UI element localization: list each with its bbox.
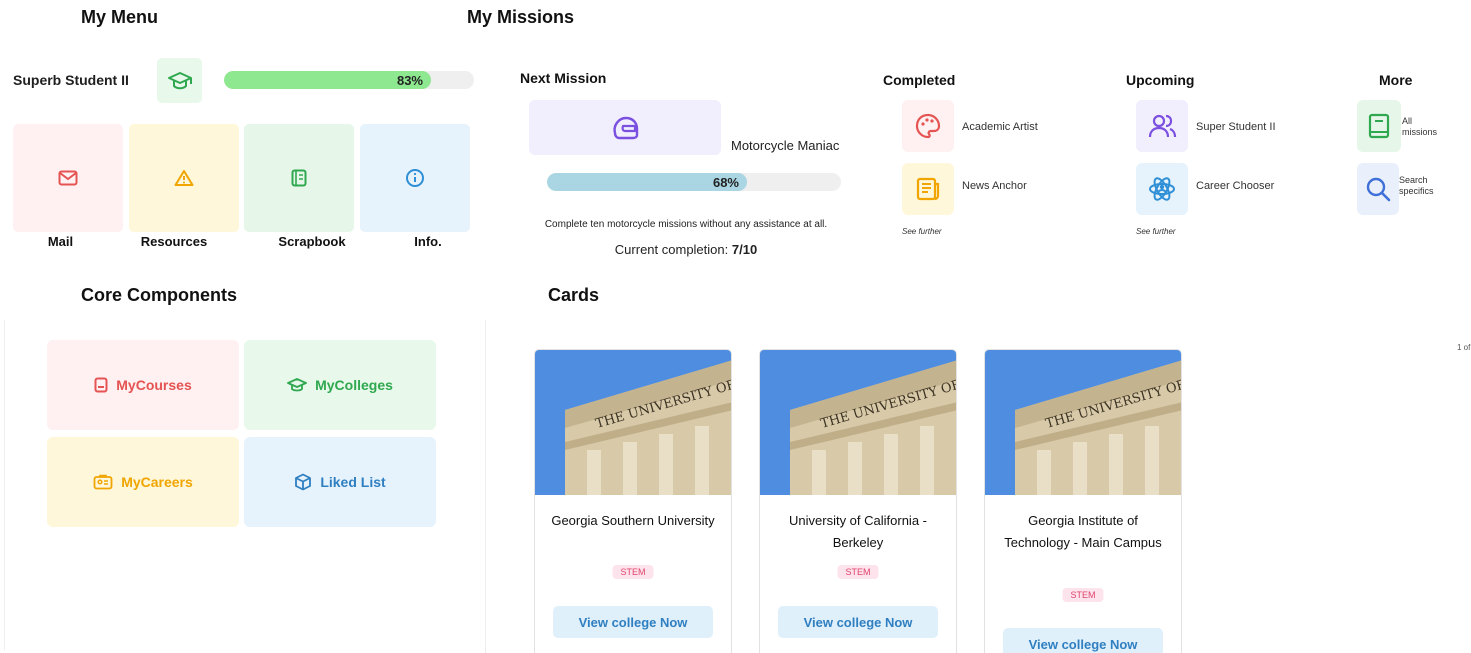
all-missions-label-line1: All [1402,116,1413,126]
atom-person-icon [1149,177,1175,201]
level-progress-bar: 83% [224,71,474,89]
next-mission-heading: Next Mission [520,70,607,86]
my-menu-title: My Menu [81,7,159,27]
completed-see-further-link[interactable]: See further [902,227,942,236]
academic-artist-badge[interactable] [902,100,954,152]
completion-value: 7/10 [731,242,758,257]
course-book-icon [94,377,108,393]
super-student-label: Super Student II [1196,121,1276,133]
search-icon [1366,177,1391,202]
university-building-image: THE UNIVERSITY OF [535,350,731,495]
info-icon [406,169,424,187]
next-mission-name: Motorcycle Maniac [731,138,840,153]
search-specifics-button[interactable] [1357,163,1399,215]
mycolleges-label: MyColleges [315,377,393,393]
mission-progress-bar: 68% [547,173,841,191]
my-missions-title: My Missions [467,7,575,27]
level-progress-label: 83% [396,72,423,88]
helmet-icon [613,116,639,139]
mission-description: Complete ten motorcycle missions without… [544,219,828,230]
career-chooser-badge[interactable] [1136,163,1188,215]
mycourses-button[interactable]: MyCourses [47,340,239,430]
id-card-icon [93,474,113,490]
view-college-button[interactable]: View college Now [1003,628,1163,653]
mycourses-label: MyCourses [116,377,192,393]
info-label[interactable]: Info. [390,234,466,249]
resources-tile[interactable] [129,124,239,232]
mail-label[interactable]: Mail [13,234,108,249]
completion-label: Current completion: [614,242,729,257]
university-building-image: THE UNIVERSITY OF [760,350,956,495]
academic-artist-label: Academic Artist [962,121,1038,133]
mission-progress-label: 68% [712,174,739,190]
search-specifics-label[interactable]: Search specifics [1399,175,1434,197]
upcoming-see-further-link[interactable]: See further [1136,227,1176,236]
mycareers-label: MyCareers [121,474,193,490]
mail-icon [58,170,78,186]
cards-title: Cards [548,285,600,305]
search-specifics-label-line1: Search [1399,175,1428,185]
college-name: Georgia Institute of Technology - Main C… [1004,513,1162,550]
mission-completion: Current completion: 7/10 [486,242,886,257]
news-anchor-badge[interactable] [902,163,954,215]
all-missions-button[interactable] [1357,100,1401,152]
college-name: University of California - Berkeley [789,513,927,550]
all-missions-label-line2: missions [1402,127,1438,137]
book-icon [1368,113,1390,139]
mycareers-button[interactable]: MyCareers [47,437,239,527]
info-tile[interactable] [360,124,470,232]
section-divider [485,320,486,653]
warning-triangle-icon [174,170,194,186]
core-components-title: Core Components [81,285,238,305]
mycolleges-button[interactable]: MyColleges [244,340,436,430]
upcoming-heading: Upcoming [1126,72,1195,88]
liked-list-button[interactable]: Liked List [244,437,436,527]
view-college-button[interactable]: View college Now [553,606,713,638]
news-anchor-label: News Anchor [962,180,1027,192]
graduation-cap-icon [287,378,307,392]
more-heading: More [1379,72,1413,88]
stem-badge: STEM [612,565,654,579]
scrapbook-label[interactable]: Scrapbook [254,234,370,249]
search-specifics-label-line2: specifics [1399,186,1434,196]
completed-heading: Completed [883,72,956,88]
view-college-button[interactable]: View college Now [778,606,938,638]
cube-icon [295,473,312,491]
career-chooser-label: Career Chooser [1196,180,1275,192]
users-icon [1148,114,1177,138]
newspaper-icon [916,177,940,201]
stem-badge: STEM [837,565,879,579]
college-name: Georgia Southern University [551,513,715,528]
university-building-image: THE UNIVERSITY OF [985,350,1181,495]
all-missions-label[interactable]: All missions [1402,116,1437,138]
college-card[interactable]: THE UNIVERSITY OF Georgia Institute of T… [984,349,1182,653]
resources-label[interactable]: Resources [129,234,219,249]
notebook-icon [291,169,307,187]
graduation-cap-icon [157,58,202,103]
left-divider [4,320,5,650]
college-card[interactable]: THE UNIVERSITY OF Georgia Southern Unive… [534,349,732,653]
pager-label: 1 of [1457,343,1471,352]
level-name: Superb Student II [13,72,129,88]
scrapbook-tile[interactable] [244,124,354,232]
palette-icon [915,113,941,139]
college-card[interactable]: THE UNIVERSITY OF University of Californ… [759,349,957,653]
next-mission-card[interactable] [529,100,721,155]
stem-badge: STEM [1062,588,1104,602]
liked-list-label: Liked List [320,474,386,490]
mail-tile[interactable] [13,124,123,232]
super-student-badge[interactable] [1136,100,1188,152]
